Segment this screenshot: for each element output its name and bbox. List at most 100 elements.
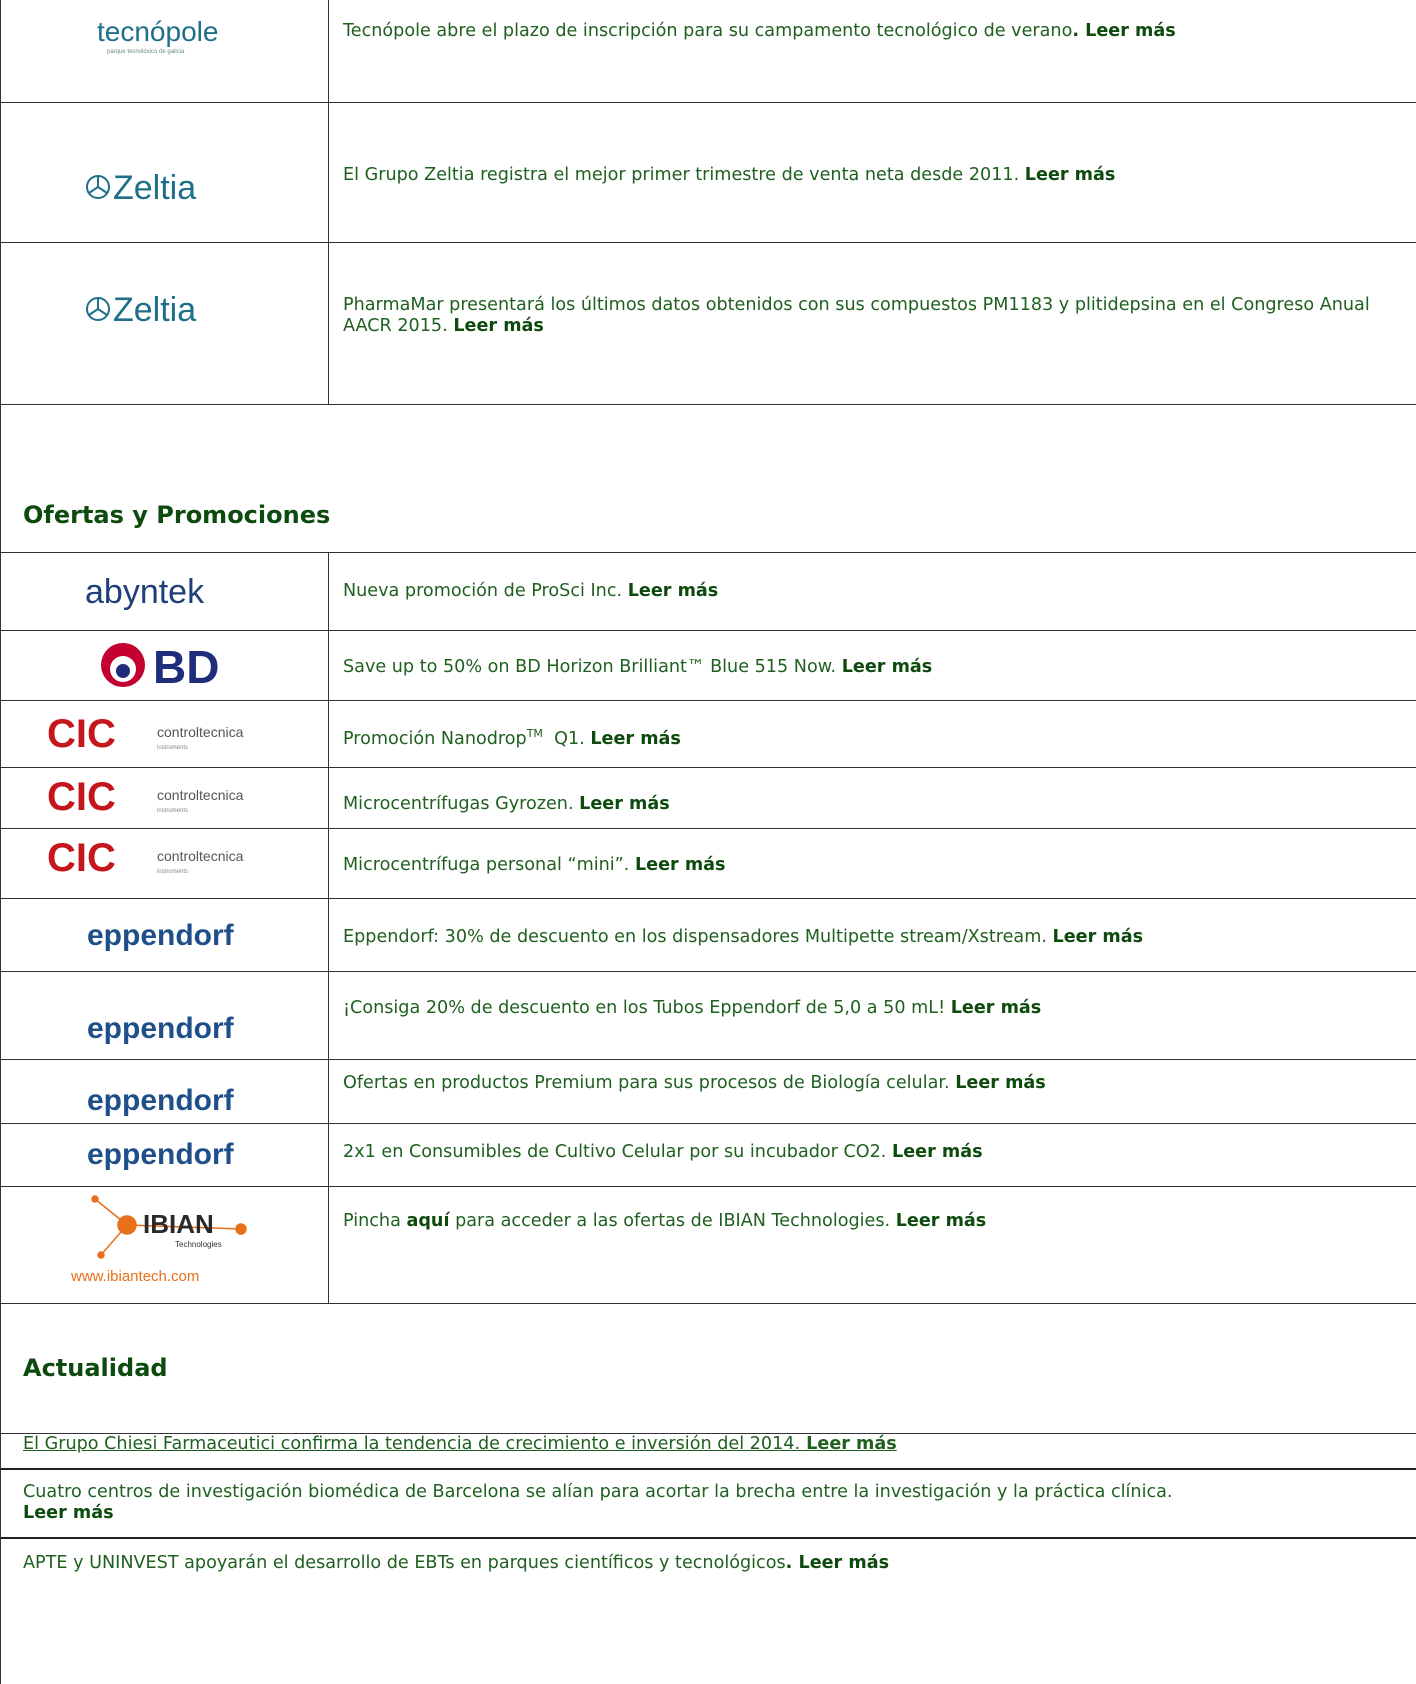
offer-text: Ofertas en productos Premium para sus pr… (343, 1073, 1412, 1094)
controltecnica-logo[interactable]: CIC controltecnica instruments (47, 707, 287, 757)
offer-text: Save up to 50% on BD Horizon Brilliant™ … (343, 657, 1412, 678)
logo-cell: CIC controltecnica instruments (1, 701, 329, 767)
offer-row: CIC controltecnica instruments Microcent… (0, 829, 1416, 899)
offer-title: Save up to 50% on BD Horizon Brilliant™ … (343, 657, 842, 677)
news2-row: Cuatro centros de investigación biomédic… (0, 1470, 1416, 1539)
read-more-link[interactable]: . Leer más (1072, 21, 1175, 41)
ibian-logo-url: www.ibiantech.com (71, 1268, 199, 1285)
offer-title: Nueva promoción de ProSci Inc. (343, 581, 628, 601)
read-more-link[interactable]: Leer más (800, 1434, 897, 1454)
offer-title: Microcentrífugas Gyrozen. (343, 794, 580, 814)
eppendorf-logo[interactable]: eppendorf (87, 1078, 287, 1122)
offer-title: 2x1 en Consumibles de Cultivo Celular po… (343, 1142, 892, 1162)
ibian-logo[interactable]: IBIAN Technologies www.ibiantech.com (71, 1195, 271, 1295)
read-more-link[interactable]: Leer más (23, 1503, 1412, 1524)
read-more-link[interactable]: Leer más (955, 1073, 1046, 1093)
abyntek-logo[interactable]: abyntek (75, 563, 275, 613)
read-more-link[interactable]: Leer más (842, 657, 933, 677)
offer-row: eppendorf ¡Consiga 20% de descuento en l… (0, 972, 1416, 1060)
offer-row: eppendorf Eppendorf: 30% de descuento en… (0, 899, 1416, 972)
controltecnica-logo-text: controltecnica (157, 848, 244, 864)
offer-text: Nueva promoción de ProSci Inc. Leer más (343, 581, 1412, 602)
offer-title: Ofertas en productos Premium para sus pr… (343, 1073, 956, 1093)
controltecnica-logo-sub: instruments (157, 869, 188, 875)
offer-row: IBIAN Technologies www.ibiantech.com Pin… (0, 1187, 1416, 1304)
logo-cell: tecnópole parque tecnolóxico de galicia (1, 0, 329, 102)
offer-row: CIC controltecnica instruments Microcent… (0, 768, 1416, 829)
offer-title-cont: Q1. (542, 728, 591, 749)
controltecnica-logo-text: controltecnica (157, 787, 244, 803)
read-more-link[interactable]: Leer más (628, 581, 719, 601)
here-link[interactable]: aquí (406, 1211, 449, 1231)
tecnopole-logo[interactable]: tecnópole parque tecnolóxico de galicia (67, 5, 267, 55)
section-heading-row: Actualidad (0, 1304, 1416, 1434)
read-more-link[interactable]: . Leer más (786, 1553, 889, 1573)
bd-logo[interactable]: BD (99, 637, 259, 693)
offer-text: Pincha aquí para acceder a las ofertas d… (343, 1211, 1412, 1232)
controltecnica-logo[interactable]: CIC controltecnica instruments (47, 831, 287, 881)
zeltia-emblem-icon (86, 297, 110, 321)
tecnopole-logo-sub: parque tecnolóxico de galicia (107, 49, 185, 55)
logo-cell: Zeltia (1, 243, 329, 404)
read-more-link[interactable]: Leer más (590, 729, 681, 749)
offer-row: eppendorf Ofertas en productos Premium p… (0, 1060, 1416, 1124)
offer-text: Eppendorf: 30% de descuento en los dispe… (343, 927, 1412, 948)
offer-row: eppendorf 2x1 en Consumibles de Cultivo … (0, 1124, 1416, 1187)
logo-cell: eppendorf (1, 1124, 329, 1186)
eppendorf-logo-text: eppendorf (87, 1012, 235, 1045)
section-heading-row: Ofertas y Promociones (0, 405, 1416, 553)
trademark-sup: TM (526, 727, 543, 740)
logo-cell: abyntek (1, 553, 329, 630)
news2-row: El Grupo Chiesi Farmaceutici confirma la… (0, 1434, 1416, 1470)
cic-mark: CIC (47, 712, 116, 756)
zeltia-logo-text: Zeltia (113, 291, 196, 329)
eppendorf-logo[interactable]: eppendorf (87, 1132, 287, 1176)
eppendorf-logo[interactable]: eppendorf (87, 1006, 287, 1050)
news2-title-link[interactable]: El Grupo Chiesi Farmaceutici confirma la… (23, 1434, 800, 1454)
logo-cell: eppendorf (1, 899, 329, 971)
zeltia-logo[interactable]: Zeltia (85, 283, 255, 333)
controltecnica-logo[interactable]: CIC controltecnica instruments (47, 770, 287, 820)
offer-row: BD Save up to 50% on BD Horizon Brillian… (0, 631, 1416, 701)
logo-cell: eppendorf (1, 1060, 329, 1123)
news-text: PharmaMar presentará los últimos datos o… (343, 295, 1412, 337)
offer-row: abyntek Nueva promoción de ProSci Inc. L… (0, 553, 1416, 631)
read-more-link[interactable]: Leer más (951, 998, 1042, 1018)
ibian-logo-text: IBIAN (143, 1209, 214, 1239)
news-title: Tecnópole abre el plazo de inscripción p… (343, 21, 1073, 41)
logo-cell: CIC controltecnica instruments (1, 768, 329, 828)
eppendorf-logo-text: eppendorf (87, 1084, 235, 1117)
offer-title: Pincha (343, 1211, 407, 1231)
offers-heading: Ofertas y Promociones (23, 501, 331, 529)
read-more-link[interactable]: Leer más (896, 1211, 987, 1231)
read-more-link[interactable]: Leer más (892, 1142, 983, 1162)
abyntek-logo-text: abyntek (85, 573, 205, 611)
read-more-link[interactable]: Leer más (579, 794, 670, 814)
read-more-link[interactable]: Leer más (635, 855, 726, 875)
bd-sun-icon (101, 643, 145, 687)
controltecnica-logo-sub: instruments (157, 745, 188, 751)
zeltia-logo[interactable]: Zeltia (85, 161, 255, 211)
offer-title: Promoción Nanodrop (343, 728, 527, 749)
read-more-link[interactable]: Leer más (453, 316, 544, 336)
news2-title: APTE y UNINVEST apoyarán el desarrollo d… (23, 1553, 786, 1573)
cic-mark: CIC (47, 836, 116, 880)
read-more-link[interactable]: Leer más (1053, 927, 1144, 947)
zeltia-emblem-icon (86, 175, 110, 199)
offer-title: Microcentrífuga personal “mini”. (343, 855, 635, 875)
ibian-logo-sub: Technologies (175, 1240, 222, 1249)
news-row: tecnópole parque tecnolóxico de galicia … (0, 0, 1416, 103)
zeltia-logo-text: Zeltia (113, 169, 196, 207)
logo-cell: BD (1, 631, 329, 700)
read-more-link[interactable]: Leer más (1025, 165, 1116, 185)
cic-mark: CIC (47, 775, 116, 819)
logo-cell: IBIAN Technologies www.ibiantech.com (1, 1187, 329, 1303)
news-row: Zeltia PharmaMar presentará los últimos … (0, 243, 1416, 405)
news2-text: Cuatro centros de investigación biomédic… (23, 1482, 1412, 1524)
offer-title-cont: para acceder a las ofertas de IBIAN Tech… (449, 1211, 896, 1231)
page: tecnópole parque tecnolóxico de galicia … (0, 0, 1416, 1684)
news-text: Tecnópole abre el plazo de inscripción p… (343, 21, 1412, 42)
news2-text: El Grupo Chiesi Farmaceutici confirma la… (23, 1434, 1412, 1455)
eppendorf-logo[interactable]: eppendorf (87, 913, 287, 957)
news2-title: Cuatro centros de investigación biomédic… (23, 1482, 1173, 1502)
